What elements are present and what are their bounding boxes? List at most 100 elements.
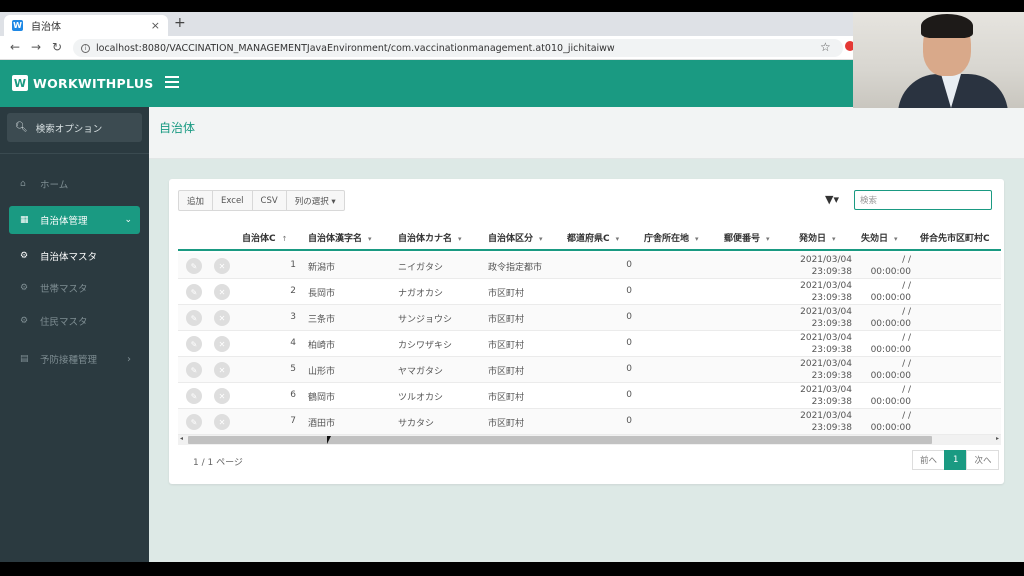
cell-expiry-date: / /00:00:00 (870, 333, 911, 355)
cell-category: 政令指定都市 (488, 263, 543, 273)
edit-icon[interactable]: ✎ (186, 336, 202, 352)
add-button[interactable]: 追加 (178, 190, 214, 211)
cell-expiry-date: / /00:00:00 (870, 385, 911, 407)
column-header-prefecture-code[interactable]: 都道府県C ▾ (567, 231, 619, 244)
delete-icon[interactable]: ✕ (214, 284, 230, 300)
sidebar-item-household-master[interactable]: ⚙ 世帯マスタ (0, 278, 149, 298)
page-1-button[interactable]: 1 (944, 450, 968, 470)
table-row[interactable]: ✎ ✕ 2 長岡市 ナガオカシ 市区町村 0 2021/03/04 23:09:38 / /00:… (178, 279, 1001, 305)
column-header-merged-code[interactable]: 併合先市区町村C (920, 231, 990, 244)
scrollbar-thumb[interactable] (188, 436, 932, 444)
cell-category: 市区町村 (488, 367, 525, 377)
back-arrow-icon[interactable]: ← (10, 40, 20, 54)
scroll-left-icon[interactable]: ◂ (180, 435, 183, 442)
cell-prefecture-code: 0 (626, 364, 632, 374)
browser-tab[interactable]: W 自治体 × (4, 15, 168, 36)
column-header-category[interactable]: 自治体区分 ▾ (488, 231, 543, 244)
edit-icon[interactable]: ✎ (186, 388, 202, 404)
new-tab-icon[interactable]: + (174, 15, 186, 31)
edit-icon[interactable]: ✎ (186, 310, 202, 326)
data-grid: 自治体C ↑ 自治体漢字名 ▾ 自治体カナ名 ▾ 自治体区分 ▾ 都道府県C ▾ 庁舎所在… (178, 223, 1001, 435)
table-row[interactable]: ✎ ✕ 5 山形市 ヤマガタシ 市区町村 0 2021/03/04 23:09:38 / /00:… (178, 357, 1001, 383)
scroll-right-icon[interactable]: ▸ (996, 435, 999, 442)
main-content: 自治体 追加 Excel CSV 列の選択 ▾ ▼▾ 検索 自治体C ↑ 自治体漢… (149, 107, 1024, 562)
hamburger-menu-icon[interactable] (165, 76, 179, 88)
edit-icon[interactable]: ✎ (186, 284, 202, 300)
table-row[interactable]: ✎ ✕ 1 新潟市 ニイガタシ 政令指定都市 0 2021/03/04 23:09:38 / /0… (178, 253, 1001, 279)
delete-icon[interactable]: ✕ (214, 362, 230, 378)
delete-icon[interactable]: ✕ (214, 258, 230, 274)
column-select-button[interactable]: 列の選択 ▾ (285, 190, 345, 211)
edit-icon[interactable]: ✎ (186, 414, 202, 430)
sidebar-item-municipality-management[interactable]: ▦ 自治体管理 ⌄ (9, 206, 140, 234)
reload-icon[interactable]: ↻ (52, 40, 62, 54)
cell-kana-name: ツルオカシ (398, 393, 444, 403)
next-page-button[interactable]: 次へ (966, 450, 1000, 470)
cell-prefecture-code: 0 (626, 312, 632, 322)
cell-category: 市区町村 (488, 419, 525, 429)
column-header-effective-date[interactable]: 発効日 ▾ (799, 231, 836, 244)
table-row[interactable]: ✎ ✕ 7 酒田市 サカタシ 市区町村 0 2021/03/04 23:09:38 / /00:0… (178, 409, 1001, 435)
logo-mark-icon: W (12, 75, 28, 91)
table-row[interactable]: ✎ ✕ 4 柏崎市 カシワザキシ 市区町村 0 2021/03/04 23:09:38 / /00… (178, 331, 1001, 357)
cell-effective-date: 2021/03/04 23:09:38 (800, 307, 852, 329)
chevron-down-icon: ⌄ (124, 215, 132, 225)
sidebar-item-resident-master[interactable]: ⚙ 住民マスタ (0, 311, 149, 331)
excel-export-button[interactable]: Excel (212, 190, 253, 211)
cell-category: 市区町村 (488, 289, 525, 299)
cell-kanji-name: 新潟市 (308, 263, 336, 273)
sidebar-item-municipality-master[interactable]: ⚙ 自治体マスタ (0, 246, 149, 266)
table-row[interactable]: ✎ ✕ 6 鶴岡市 ツルオカシ 市区町村 0 2021/03/04 23:09:38 / /00:… (178, 383, 1001, 409)
bookmark-star-icon[interactable]: ☆ (820, 40, 831, 54)
info-icon[interactable]: i (81, 43, 90, 53)
cell-kanji-name: 山形市 (308, 367, 336, 377)
webcam-overlay (853, 12, 1024, 108)
column-header-postal-code[interactable]: 郵便番号 ▾ (724, 231, 770, 244)
search-icon: 🔍︎ (15, 122, 28, 133)
cell-category: 市区町村 (488, 341, 525, 351)
edit-icon[interactable]: ✎ (186, 362, 202, 378)
app-logo[interactable]: W WORKWITHPLUS (12, 75, 154, 91)
edit-icon[interactable]: ✎ (186, 258, 202, 274)
cell-code: 3 (290, 312, 296, 322)
search-option-button[interactable]: 🔍︎ 検索オプション (7, 113, 142, 142)
close-tab-icon[interactable]: × (151, 19, 160, 32)
delete-icon[interactable]: ✕ (214, 336, 230, 352)
sort-icon: ▾ (894, 235, 898, 243)
column-header-expiry-date[interactable]: 失効日 ▾ (861, 231, 898, 244)
sidebar-item-vaccination-management[interactable]: ▤ 予防接種管理 › (0, 349, 149, 369)
cell-prefecture-code: 0 (626, 338, 632, 348)
cell-kanji-name: 柏崎市 (308, 341, 336, 351)
cell-effective-date: 2021/03/04 23:09:38 (800, 385, 852, 407)
cell-code: 7 (290, 416, 296, 426)
grid-toolbar: 追加 Excel CSV 列の選択 ▾ (178, 190, 345, 211)
grid-card: 追加 Excel CSV 列の選択 ▾ ▼▾ 検索 自治体C ↑ 自治体漢字名 ▾ … (169, 179, 1004, 484)
sidebar: 🔍︎ 検索オプション ⌂ ホーム ▦ 自治体管理 ⌄ ⚙ 自治体マスタ ⚙ 世帯… (0, 107, 149, 562)
cell-effective-date: 2021/03/04 23:09:38 (800, 359, 852, 381)
address-bar[interactable]: i localhost:8080/VACCINATION_MANAGEMENTJ… (73, 39, 843, 57)
delete-icon[interactable]: ✕ (214, 414, 230, 430)
cell-category: 市区町村 (488, 315, 525, 325)
prev-page-button[interactable]: 前へ (912, 450, 946, 470)
delete-icon[interactable]: ✕ (214, 310, 230, 326)
cell-code: 4 (290, 338, 296, 348)
sort-icon: ▾ (615, 235, 620, 243)
column-header-kanji-name[interactable]: 自治体漢字名 ▾ (308, 231, 372, 244)
chevron-right-icon: › (127, 353, 131, 365)
cell-prefecture-code: 0 (626, 416, 632, 426)
cell-effective-date: 2021/03/04 23:09:38 (800, 411, 852, 433)
column-header-code[interactable]: 自治体C ↑ (242, 231, 287, 244)
tab-title: 自治体 (31, 22, 61, 33)
sidebar-item-home[interactable]: ⌂ ホーム (0, 174, 149, 194)
column-header-kana-name[interactable]: 自治体カナ名 ▾ (398, 231, 462, 244)
csv-export-button[interactable]: CSV (251, 190, 287, 211)
search-input[interactable]: 検索 (854, 190, 992, 210)
horizontal-scrollbar[interactable]: ◂ ▸ (178, 435, 1001, 445)
filter-icon[interactable]: ▼▾ (825, 193, 839, 206)
cell-expiry-date: / /00:00:00 (870, 411, 911, 433)
column-header-office-location[interactable]: 庁舎所在地 ▾ (644, 231, 699, 244)
sidebar-item-label: 自治体管理 (40, 216, 88, 227)
forward-arrow-icon[interactable]: → (31, 40, 41, 54)
delete-icon[interactable]: ✕ (214, 388, 230, 404)
table-row[interactable]: ✎ ✕ 3 三条市 サンジョウシ 市区町村 0 2021/03/04 23:09:38 / /00… (178, 305, 1001, 331)
